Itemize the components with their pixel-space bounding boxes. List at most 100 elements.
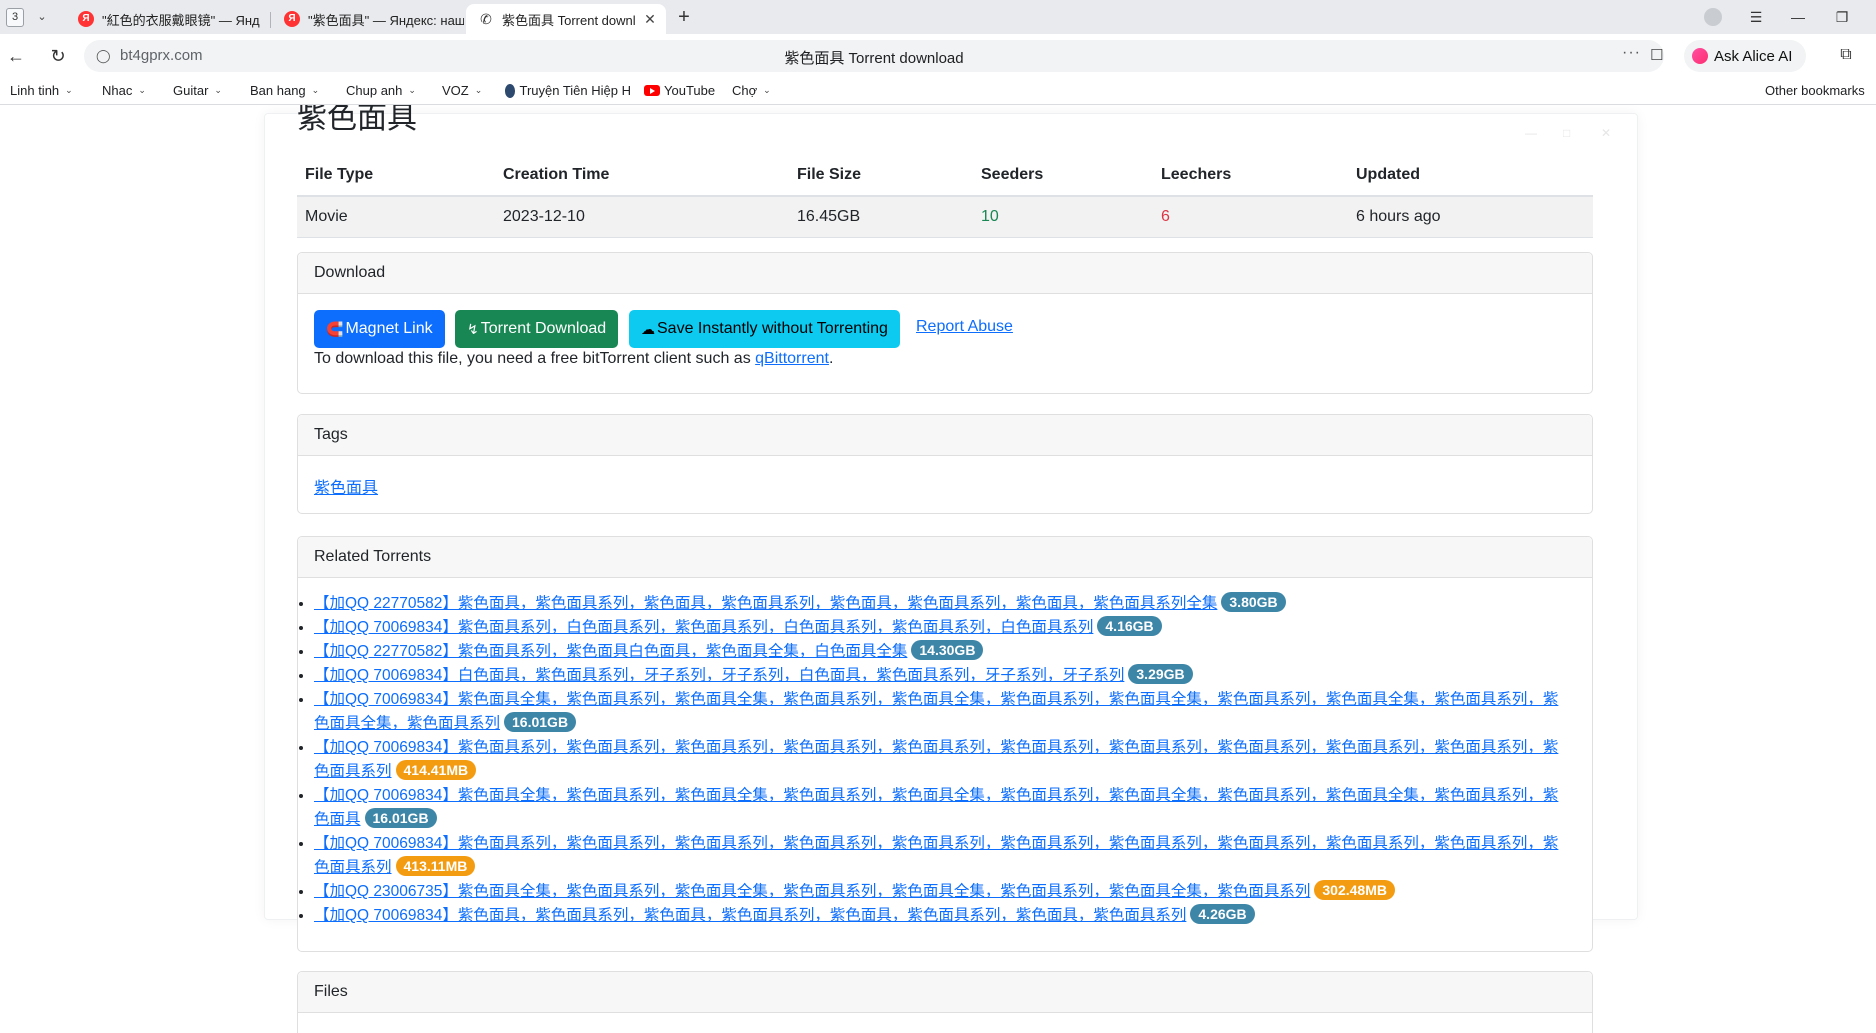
torrent-download-button[interactable]: ↯ Torrent Download <box>455 310 619 348</box>
menu-icon[interactable]: ☰ <box>1744 6 1768 28</box>
header-creation-time: Creation Time <box>495 155 789 197</box>
yandex-icon: Я <box>78 11 94 27</box>
size-badge: 3.80GB <box>1221 592 1286 612</box>
bookmark-folder-ban-hang[interactable]: Ban hang ⌄ <box>250 83 319 98</box>
address-bar-row: ← ↻ ◯ bt4gprx.com 紫色面具 Torrent download … <box>0 34 1876 78</box>
table-header-row: File Type Creation Time File Size Seeder… <box>297 155 1593 197</box>
tags-card-header: Tags <box>298 415 1592 456</box>
reload-icon[interactable]: ↻ <box>46 44 70 68</box>
size-badge: 3.29GB <box>1128 664 1193 684</box>
back-arrow-icon[interactable]: ← <box>4 44 28 68</box>
bookmark-truyen-tien-hiep[interactable]: Truyện Tiên Hiệp H <box>505 83 631 98</box>
page-title: 紫色面具 <box>297 105 417 136</box>
related-torrent-link[interactable]: 【加QQ 70069834】紫色面具全集，紫色面具系列，紫色面具全集，紫色面具系… <box>314 787 1558 828</box>
related-torrent-link[interactable]: 【加QQ 70069834】紫色面具，紫色面具系列，紫色面具，紫色面具系列，紫色… <box>314 907 1186 924</box>
tab-list-chevron-icon[interactable]: ⌄ <box>34 9 50 25</box>
chevron-down-icon: ⌄ <box>763 85 771 95</box>
tag-link[interactable]: 紫色面具 <box>314 480 378 497</box>
size-badge: 16.01GB <box>364 808 437 828</box>
phone-icon: ✆ <box>480 11 492 27</box>
list-item: 【加QQ 22770582】紫色面具，紫色面具系列，紫色面具，紫色面具系列，紫色… <box>314 592 1570 616</box>
size-badge: 4.26GB <box>1190 904 1255 924</box>
related-torrent-link[interactable]: 【加QQ 70069834】紫色面具系列，紫色面具系列，紫色面具系列，紫色面具系… <box>314 835 1558 876</box>
more-dots-icon[interactable]: ··· <box>1622 44 1641 62</box>
sidebar-icon[interactable]: ⧉ <box>1836 46 1856 66</box>
new-tab-button[interactable]: + <box>673 6 695 28</box>
bookmark-label: YouTube <box>664 83 716 98</box>
bookmark-label: Truyện Tiên Hiệp H <box>519 83 631 98</box>
bookmark-folder-voz[interactable]: VOZ ⌄ <box>442 83 482 98</box>
related-torrent-link[interactable]: 【加QQ 70069834】紫色面具全集，紫色面具系列，紫色面具全集，紫色面具系… <box>314 691 1558 732</box>
files-card: Files <box>297 971 1593 1033</box>
list-item: 【加QQ 70069834】紫色面具全集，紫色面具系列，紫色面具全集，紫色面具系… <box>314 784 1570 832</box>
tab-separator <box>270 12 271 28</box>
tab-yandex-search-1[interactable]: Я "紅色的衣服戴眼镜" — Янд <box>66 4 266 34</box>
tab-title: "紫色面具" — Яндекс: наш <box>308 12 464 28</box>
related-torrents-header: Related Torrents <box>298 537 1592 578</box>
chevron-down-icon: ⌄ <box>474 85 483 95</box>
save-instantly-button[interactable]: ☁ Save Instantly without Torrenting <box>629 310 900 348</box>
bookmark-folder-cho[interactable]: Chợ ⌄ <box>732 83 771 98</box>
bookmark-folder-chup-anh[interactable]: Chup anh ⌄ <box>346 83 416 98</box>
omnibox[interactable]: ◯ bt4gprx.com 紫色面具 Torrent download ··· <box>84 40 1664 72</box>
url-text: bt4gprx.com <box>120 47 203 64</box>
header-seeders: Seeders <box>973 155 1153 197</box>
other-bookmarks[interactable]: Other bookmarks <box>1765 83 1865 98</box>
related-torrent-link[interactable]: 【加QQ 23006735】紫色面具全集，紫色面具系列，紫色面具全集，紫色面具系… <box>314 883 1310 900</box>
overlay-close-icon: ✕ <box>1601 126 1612 140</box>
list-item: 【加QQ 70069834】紫色面具全集，紫色面具系列，紫色面具全集，紫色面具系… <box>314 688 1570 736</box>
bookmark-label: Nhac <box>102 83 133 98</box>
size-badge: 302.48MB <box>1314 880 1395 900</box>
list-item: 【加QQ 70069834】紫色面具系列，紫色面具系列，紫色面具系列，紫色面具系… <box>314 736 1570 784</box>
bookmark-label: Other bookmarks <box>1765 83 1865 98</box>
magnet-link-button[interactable]: 🧲 Magnet Link <box>314 310 445 348</box>
list-item: 【加QQ 70069834】紫色面具，紫色面具系列，紫色面具，紫色面具系列，紫色… <box>314 904 1570 928</box>
tab-yandex-search-2[interactable]: Я "紫色面具" — Яндекс: наш <box>272 4 464 34</box>
bookmark-icon[interactable]: ☐ <box>1650 48 1664 64</box>
related-torrent-link[interactable]: 【加QQ 22770582】紫色面具，紫色面具系列，紫色面具，紫色面具系列，紫色… <box>314 595 1217 612</box>
bookmark-label: Linh tinh <box>10 83 60 98</box>
related-torrent-link[interactable]: 【加QQ 22770582】紫色面具系列，紫色面具白色面具，紫色面具全集，白色面… <box>314 643 907 660</box>
file-type-value: Movie <box>297 196 495 238</box>
chevron-down-icon: ⌄ <box>65 85 73 95</box>
minimize-icon[interactable]: — <box>1786 6 1810 28</box>
page-viewport[interactable]: — □ ✕ 紫色面具 File Type Creation Time File … <box>0 105 1876 1033</box>
list-item: 【加QQ 70069834】紫色面具系列，白色面具系列，紫色面具系列，白色面具系… <box>314 616 1570 640</box>
bookmark-folder-linh-tinh[interactable]: Linh tinh ⌄ <box>10 83 73 98</box>
updated-value: 6 hours ago <box>1348 196 1593 238</box>
tab-torrent-download[interactable]: ✆ 紫色面具 Torrent downl ✕ <box>466 4 666 34</box>
bookmark-folder-nhac[interactable]: Nhac ⌄ <box>102 83 146 98</box>
ask-alice-button[interactable]: Ask Alice AI <box>1684 40 1807 72</box>
list-item: 【加QQ 22770582】紫色面具系列，紫色面具白色面具，紫色面具全集，白色面… <box>314 640 1570 664</box>
tab-count-button[interactable]: 3 <box>6 8 24 27</box>
omnibox-page-title: 紫色面具 Torrent download <box>784 50 964 67</box>
magnet-icon: 🧲 <box>326 321 344 337</box>
qbittorrent-link[interactable]: qBittorrent <box>755 350 829 367</box>
profile-icon[interactable] <box>1704 8 1722 26</box>
bookmark-folder-guitar[interactable]: Guitar ⌄ <box>173 83 222 98</box>
download-card-body: 🧲 Magnet Link ↯ Torrent Download ☁ Save … <box>298 294 1592 392</box>
tab-title: "紅色的衣服戴眼镜" — Янд <box>102 12 260 28</box>
overlay-minimize-icon: — <box>1525 126 1537 140</box>
related-torrent-link[interactable]: 【加QQ 70069834】紫色面具系列，白色面具系列，紫色面具系列，白色面具系… <box>314 619 1093 636</box>
save-instantly-label: Save Instantly without Torrenting <box>657 320 888 337</box>
cloud-save-icon: ☁ <box>641 321 655 337</box>
overlay-maximize-icon: □ <box>1563 126 1571 140</box>
magnet-link-label: Magnet Link <box>345 320 433 337</box>
site-favicon-icon <box>505 83 516 98</box>
related-torrent-link[interactable]: 【加QQ 70069834】紫色面具系列，紫色面具系列，紫色面具系列，紫色面具系… <box>314 739 1558 780</box>
size-badge: 413.11MB <box>395 856 476 876</box>
bookmark-label: Ban hang <box>250 83 306 98</box>
leechers-value: 6 <box>1153 196 1348 238</box>
download-card: Download 🧲 Magnet Link ↯ Torrent Downloa… <box>297 252 1593 394</box>
tags-card-body: 紫色面具 <box>298 456 1592 514</box>
download-card-header: Download <box>298 253 1592 294</box>
report-abuse-link[interactable]: Report Abuse <box>916 318 1013 336</box>
size-badge: 16.01GB <box>504 712 577 732</box>
bookmark-youtube[interactable]: YouTube <box>644 83 715 98</box>
site-info-icon[interactable]: ◯ <box>96 48 111 64</box>
related-torrent-link[interactable]: 【加QQ 70069834】白色面具，紫色面具系列，牙子系列，牙子系列，白色面具… <box>314 667 1124 684</box>
restore-icon[interactable]: ❐ <box>1830 6 1854 28</box>
alice-icon <box>1692 48 1708 64</box>
close-tab-icon[interactable]: ✕ <box>642 11 658 28</box>
